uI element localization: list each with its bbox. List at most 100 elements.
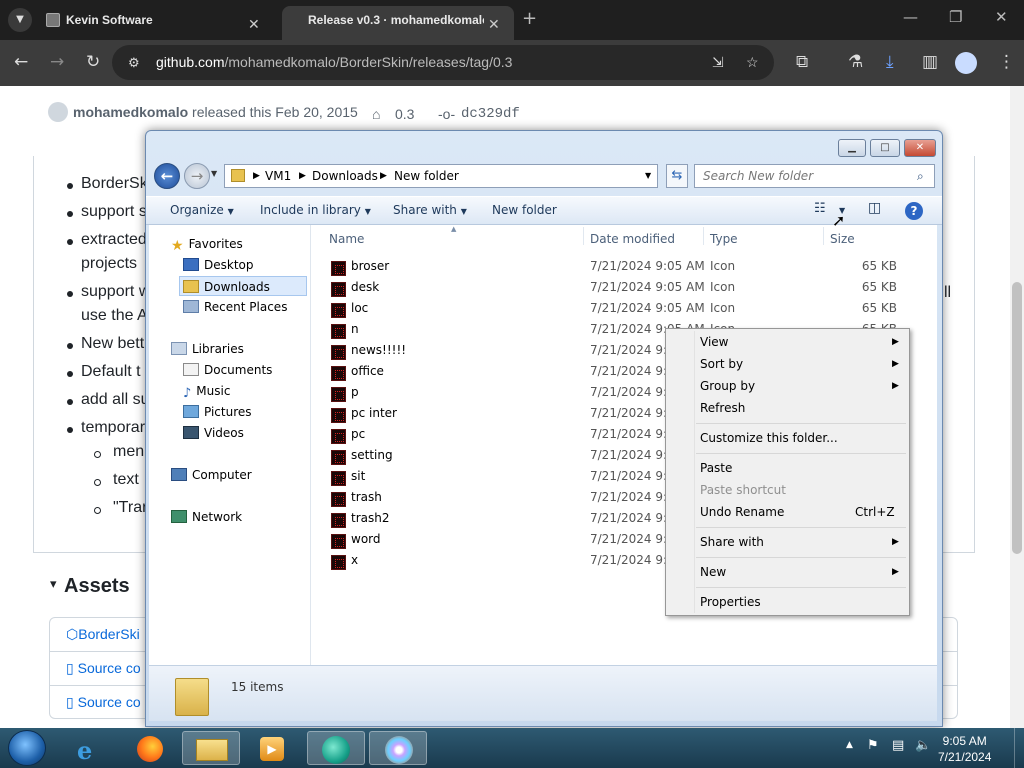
back-icon[interactable]: ← [14,52,28,72]
minimize-button[interactable]: ▁ [838,139,866,157]
volume-muted-icon[interactable]: 🔈 [915,738,931,753]
menu-item-refresh[interactable]: Refresh [700,397,745,419]
tab-search-dropdown-icon[interactable]: ▼ [8,8,32,32]
file-name: broser [351,259,390,273]
side-panel-icon[interactable]: ▥ [922,52,938,72]
start-button[interactable] [8,730,46,766]
menu-item-paste[interactable]: Paste [700,457,732,479]
search-box[interactable]: Search New folder ⌕ [694,164,935,188]
author-avatar[interactable] [48,102,68,122]
nav-desktop[interactable]: Desktop [183,255,254,275]
search-icon[interactable]: ⌕ [917,165,924,187]
breadcrumb-separator-icon: ▶ [253,171,260,181]
breadcrumb-new-folder[interactable]: New folder [394,165,459,187]
taskbar-ie[interactable]: e [61,731,119,765]
minimize-icon[interactable]: — [903,8,918,26]
menu-item-customize-folder[interactable]: Customize this folder... [700,427,838,449]
close-tab-icon[interactable]: ✕ [248,10,260,38]
menu-item-view[interactable]: View [700,331,728,353]
organize-button[interactable]: Organize ▼ [170,203,234,217]
install-app-icon[interactable]: ⇲ [712,45,724,80]
menu-item-properties[interactable]: Properties [700,591,761,613]
restore-icon[interactable]: ❐ [949,8,962,26]
file-size: 65 KB [861,280,897,294]
asset-link[interactable]: ⬡BorderSki [66,626,140,643]
extensions-icon[interactable]: ⧉ [796,52,808,72]
taskbar-firefox[interactable] [122,731,180,765]
system-clock[interactable]: 9:05 AM 7/21/2024 [938,733,991,765]
nav-recent-places[interactable]: Recent Places [183,297,287,317]
maximize-button[interactable]: □ [870,139,900,157]
taskbar-dvd[interactable] [369,731,427,765]
list-bullet-icon [67,239,73,245]
back-button[interactable]: ← [154,163,180,189]
asset-link[interactable]: ▯ Source co [66,694,141,711]
nav-pictures[interactable]: Pictures [183,402,252,422]
file-row[interactable]: loc 7/21/2024 9:05 AM Icon 65 KB [311,298,937,319]
close-tab-icon[interactable]: ✕ [488,10,500,38]
help-icon[interactable]: ? [905,202,923,220]
assets-toggle-icon[interactable]: ▾ [50,576,57,592]
nav-favorites[interactable]: ★ Favorites [171,234,243,254]
action-center-flag-icon[interactable]: ⚑ [867,738,879,753]
new-folder-button[interactable]: New folder [492,203,557,217]
tab-release[interactable]: Release v0.3 · mohamedkomalo ✕ [282,6,514,40]
refresh-icon[interactable]: ⇆ [666,164,688,188]
tab-kevin-software[interactable]: Kevin Software ✕ [40,6,270,40]
nav-videos[interactable]: Videos [183,423,244,443]
recent-pages-dropdown-icon[interactable]: ▼ [211,169,217,178]
breadcrumb-separator-icon[interactable]: ▶ [380,165,387,187]
site-info-icon[interactable]: ⚙ [128,45,140,80]
address-history-dropdown-icon[interactable]: ▼ [645,165,651,187]
commit-link[interactable]: dc329df [461,106,520,122]
taskbar-explorer[interactable] [182,731,240,765]
new-tab-icon[interactable]: + [522,8,537,29]
column-header-name[interactable]: Name [329,232,364,246]
profile-avatar-icon[interactable] [955,52,977,74]
tag-link[interactable]: 0.3 [395,106,414,122]
page-scrollbar-thumb[interactable] [1012,282,1022,554]
address-breadcrumb[interactable]: ▶ VM1 ▶ Downloads ▶ New folder ▼ [224,164,658,188]
column-header-date-modified[interactable]: Date modified [590,232,675,246]
file-row[interactable]: broser 7/21/2024 9:05 AM Icon 65 KB [311,256,937,277]
author-link[interactable]: mohamedkomalo [73,104,188,120]
column-header-type[interactable]: Type [710,232,738,246]
menu-item-undo-rename[interactable]: Undo Rename [700,501,784,523]
taskbar-app-active[interactable] [307,731,365,765]
show-hidden-icons[interactable]: ▲ [846,740,853,750]
include-in-library-button[interactable]: Include in library ▼ [260,203,371,217]
share-with-button[interactable]: Share with ▼ [393,203,467,217]
menu-kebab-icon[interactable]: ⋮ [998,52,1015,72]
asset-link[interactable]: ▯ Source co [66,660,141,677]
release-note-item: BorderSk [81,175,148,192]
breadcrumb-vm1[interactable]: VM1 [265,165,291,187]
forward-button[interactable]: → [184,163,210,189]
menu-item-sort-by[interactable]: Sort by [700,353,743,375]
nav-music[interactable]: ♪ Music [183,381,230,401]
nav-libraries[interactable]: Libraries [171,339,244,359]
labs-flask-icon[interactable]: ⚗ [848,52,863,72]
nav-documents[interactable]: Documents [183,360,272,380]
menu-item-share-with[interactable]: Share with [700,531,764,553]
bookmark-star-icon[interactable]: ☆ [746,45,759,80]
network-status-icon[interactable]: ▤ [892,738,904,753]
reload-icon[interactable]: ↻ [86,52,100,72]
nav-computer[interactable]: Computer [171,465,252,485]
close-window-icon[interactable]: ✕ [995,8,1008,26]
menu-item-group-by[interactable]: Group by [700,375,755,397]
downloads-icon[interactable]: ⤓ [886,52,894,72]
taskbar-media-player[interactable]: ▶ [243,731,301,765]
preview-pane-icon[interactable]: ◫ [868,200,881,216]
breadcrumb-separator-icon[interactable]: ▶ [299,165,306,187]
view-options-icon[interactable]: ☷ [814,201,826,216]
menu-item-new[interactable]: New [700,561,726,583]
close-button[interactable]: ✕ [904,139,936,157]
nav-network[interactable]: Network [171,507,242,527]
nav-downloads-selected[interactable]: Downloads [179,276,307,296]
forward-icon[interactable]: → [50,52,64,72]
column-header-size[interactable]: Size [830,232,855,246]
breadcrumb-downloads[interactable]: Downloads [312,165,378,187]
address-bar[interactable]: ⚙ github.com/mohamedkomalo/BorderSkin/re… [112,45,774,80]
show-desktop-button[interactable] [1014,728,1024,768]
file-row[interactable]: desk 7/21/2024 9:05 AM Icon 65 KB [311,277,937,298]
